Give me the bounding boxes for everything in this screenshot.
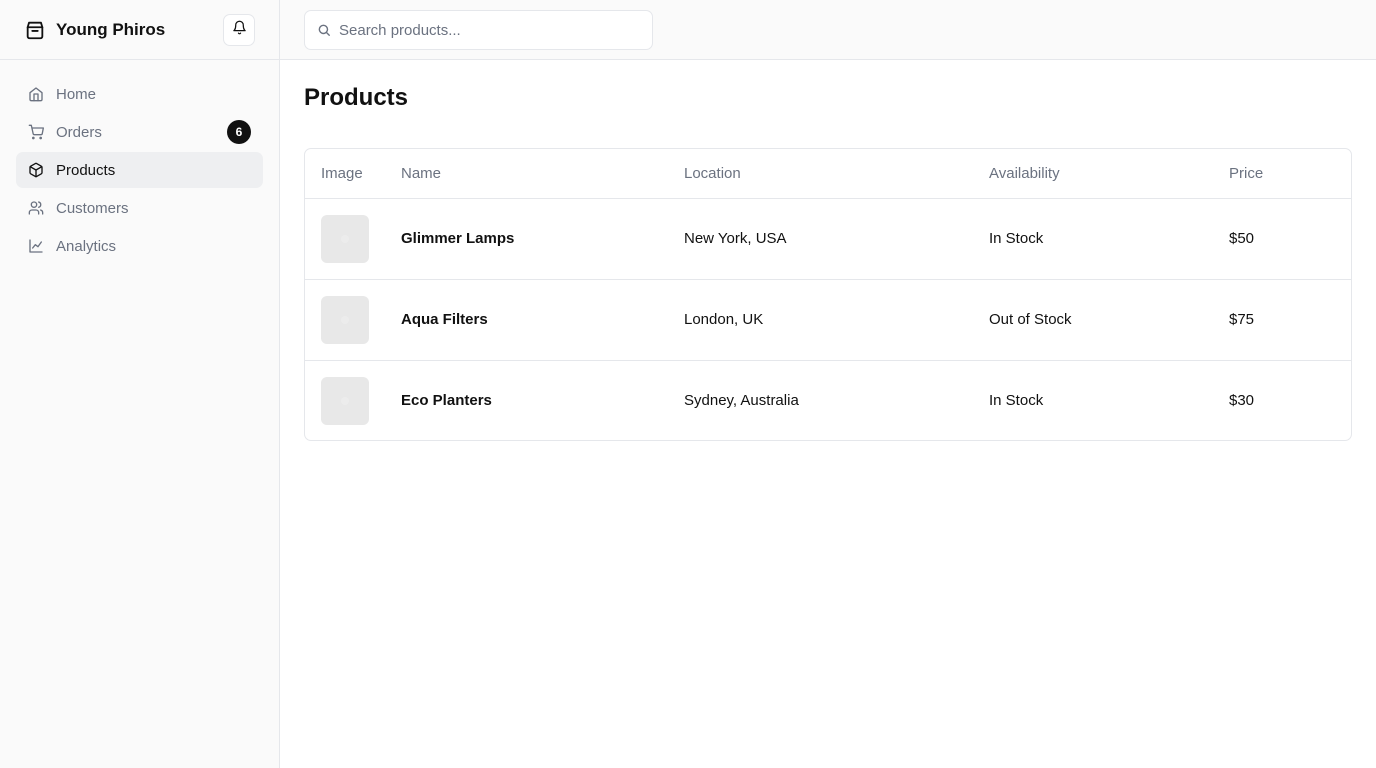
notifications-button[interactable] [223,14,255,46]
column-header-availability: Availability [973,149,1213,199]
column-header-location: Location [668,149,973,199]
sidebar-item-label: Analytics [56,237,117,255]
image-cell [305,198,385,280]
sidebar-item-products[interactable]: Products [16,152,263,188]
sidebar-item-customers[interactable]: Customers [16,190,263,226]
product-price: $50 [1213,198,1351,280]
product-thumbnail [321,295,369,344]
sidebar-nav: Home Orders 6 Products Customers Analyti… [0,60,279,264]
brand-header: Young Phiros [0,0,279,60]
sidebar-item-orders[interactable]: Orders 6 [16,114,263,150]
sidebar-item-label: Products [56,161,116,179]
sidebar: Young Phiros Home Orders 6 Products Cust… [0,0,280,768]
table-header-row: Image Name Location Availability Price [305,149,1351,199]
home-icon [28,86,44,102]
top-bar [280,0,1376,60]
table-row[interactable]: Eco Planters Sydney, Australia In Stock … [305,360,1351,440]
product-name: Aqua Filters [385,279,668,361]
product-location: New York, USA [668,198,973,280]
sidebar-item-label: Home [56,85,97,103]
sidebar-item-home[interactable]: Home [16,76,263,112]
column-header-price: Price [1213,149,1351,199]
image-cell [305,279,385,361]
product-price: $75 [1213,279,1351,361]
sidebar-item-label: Customers [56,199,129,217]
bell-icon [232,20,247,40]
column-header-image: Image [305,149,385,199]
products-table-card: Image Name Location Availability Price G… [304,148,1352,441]
product-thumbnail [321,214,369,263]
product-availability: In Stock [973,198,1213,280]
table-row[interactable]: Glimmer Lamps New York, USA In Stock $50 [305,198,1351,280]
product-location: London, UK [668,279,973,361]
chart-line-icon [28,238,44,254]
search-icon [317,23,331,37]
table-row[interactable]: Aqua Filters London, UK Out of Stock $75 [305,279,1351,361]
page-title: Products [304,84,409,111]
column-header-name: Name [385,149,668,199]
brand-name[interactable]: Young Phiros [56,20,165,40]
product-name: Glimmer Lamps [385,198,668,280]
product-availability: In Stock [989,392,1044,410]
product-name: Eco Planters [401,392,492,410]
products-table: Image Name Location Availability Price G… [305,149,1351,440]
sidebar-item-label: Orders [56,123,102,141]
product-price: $30 [1229,392,1255,410]
search-input[interactable] [339,21,639,39]
search-box[interactable] [304,10,653,50]
product-availability: Out of Stock [973,279,1213,361]
orders-count-badge: 6 [227,120,251,144]
sidebar-item-analytics[interactable]: Analytics [16,228,263,264]
product-location: Sydney, Australia [684,392,799,410]
image-cell [305,360,385,440]
box-icon [28,162,44,178]
cart-icon [28,124,44,140]
package-icon [24,19,46,41]
product-thumbnail [321,376,369,425]
users-icon [28,200,44,216]
